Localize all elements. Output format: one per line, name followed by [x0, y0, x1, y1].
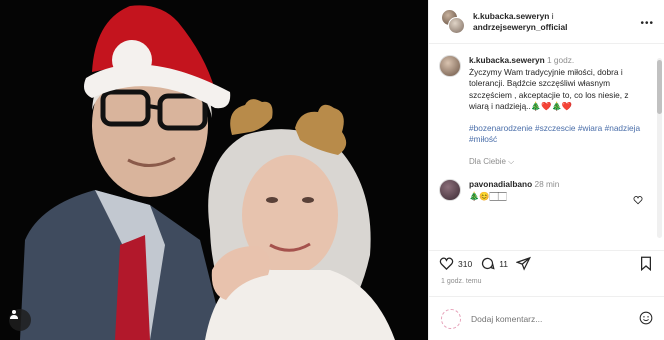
comment-count: 11	[499, 258, 509, 269]
comment-action[interactable]: 11	[480, 256, 508, 271]
comment-input[interactable]	[471, 313, 621, 324]
comments-scrollbar[interactable]	[657, 58, 662, 238]
post-caption: k.kubacka.seweryn 1 godz. Życzymy Wam tr…	[429, 45, 651, 167]
bookmark-icon[interactable]	[639, 256, 653, 271]
comment-username[interactable]: pavonadialbano	[469, 179, 532, 189]
comment-text: 🎄😊🏻🏻	[469, 190, 507, 201]
post-authors: k.kubacka.seweryn i andrzejseweryn_offic…	[473, 11, 568, 33]
caption-username[interactable]: k.kubacka.seweryn	[469, 55, 545, 65]
comment-time: 28 min	[534, 179, 560, 189]
caption-body: k.kubacka.seweryn 1 godz. Życzymy Wam tr…	[469, 55, 649, 167]
see-translation-link[interactable]: Dla Ciebie ⌵	[469, 156, 649, 168]
comment-icon[interactable]	[480, 256, 495, 271]
instagram-post-view: k.kubacka.seweryn i andrzejseweryn_offic…	[0, 0, 664, 340]
avatar	[441, 308, 461, 329]
author-username-secondary[interactable]: andrzejseweryn_official	[473, 22, 568, 32]
like-action[interactable]: 310	[439, 256, 472, 271]
heart-icon[interactable]	[439, 256, 454, 271]
add-comment-bar	[429, 296, 664, 340]
avatar	[448, 16, 465, 34]
caption-text: Życzymy Wam tradycyjnie miłości, dobra i…	[469, 66, 629, 112]
emoji-icon[interactable]	[639, 311, 653, 325]
post-side-panel: k.kubacka.seweryn i andrzejseweryn_offic…	[428, 0, 664, 340]
share-action[interactable]	[516, 256, 535, 271]
post-timestamp[interactable]: 1 godz. temu	[441, 278, 481, 285]
photo-illustration	[0, 0, 428, 340]
author-username-primary[interactable]: k.kubacka.seweryn	[473, 11, 549, 21]
comment-item: pavonadialbano 28 min 🎄😊🏻🏻	[429, 167, 651, 205]
author-separator: i	[551, 10, 554, 21]
person-tag-icon[interactable]	[9, 309, 31, 331]
post-photo[interactable]	[0, 0, 428, 340]
like-count: 310	[458, 258, 473, 269]
post-actions: 310 11	[429, 250, 664, 276]
scrollbar-thumb[interactable]	[657, 60, 662, 114]
caption-hashtags[interactable]: #bozenarodzenie #szczescie #wiara #nadzi…	[469, 123, 649, 146]
avatar[interactable]	[439, 55, 461, 77]
comments-section[interactable]: k.kubacka.seweryn 1 godz. Życzymy Wam tr…	[429, 45, 651, 250]
post-header: k.kubacka.seweryn i andrzejseweryn_offic…	[429, 0, 664, 44]
avatar[interactable]	[439, 179, 461, 201]
comment-like-icon[interactable]	[633, 195, 643, 205]
collab-avatars[interactable]	[441, 8, 465, 35]
comment-body: pavonadialbano 28 min 🎄😊🏻🏻	[469, 179, 629, 202]
share-icon[interactable]	[516, 256, 532, 271]
caption-time[interactable]: 1 godz.	[547, 55, 574, 65]
more-horizontal-icon[interactable]: •••	[640, 18, 654, 29]
